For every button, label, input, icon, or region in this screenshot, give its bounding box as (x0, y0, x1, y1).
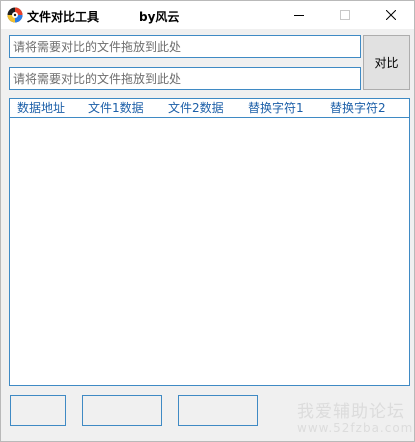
maximize-button[interactable] (322, 1, 368, 29)
column-header-address[interactable]: 数据地址 (17, 100, 65, 116)
minimize-button[interactable] (276, 1, 322, 29)
maximize-icon (340, 10, 350, 20)
window-author: by风云 (139, 10, 180, 24)
watermark-url: www.52fzba.com (297, 421, 414, 435)
app-window: 文件对比工具 by风云 对比 数据地址 文件1 (0, 0, 415, 442)
compare-button[interactable]: 对比 (363, 35, 410, 90)
compare-button-label: 对比 (374, 56, 399, 70)
status-field-1 (10, 395, 66, 426)
close-icon (386, 10, 396, 20)
status-field-3 (178, 395, 258, 426)
result-list-view[interactable]: 数据地址 文件1数据 文件2数据 替换字符1 替换字符2 (9, 98, 410, 386)
status-field-2 (82, 395, 162, 426)
column-header-file2-data[interactable]: 文件2数据 (168, 100, 224, 116)
file1-path-input[interactable] (9, 35, 361, 58)
app-disc-icon (7, 7, 23, 23)
title-bar[interactable]: 文件对比工具 by风云 (1, 1, 414, 29)
column-header-file1-data[interactable]: 文件1数据 (88, 100, 144, 116)
minimize-icon (294, 10, 304, 20)
close-button[interactable] (368, 1, 414, 29)
file2-path-input[interactable] (9, 67, 361, 90)
column-header-replace-char1[interactable]: 替换字符1 (248, 100, 304, 116)
window-title: 文件对比工具 (27, 10, 100, 24)
column-header-replace-char2[interactable]: 替换字符2 (330, 100, 386, 116)
list-header: 数据地址 文件1数据 文件2数据 替换字符1 替换字符2 (10, 99, 409, 118)
watermark-text: 我爱辅助论坛 (297, 402, 405, 422)
